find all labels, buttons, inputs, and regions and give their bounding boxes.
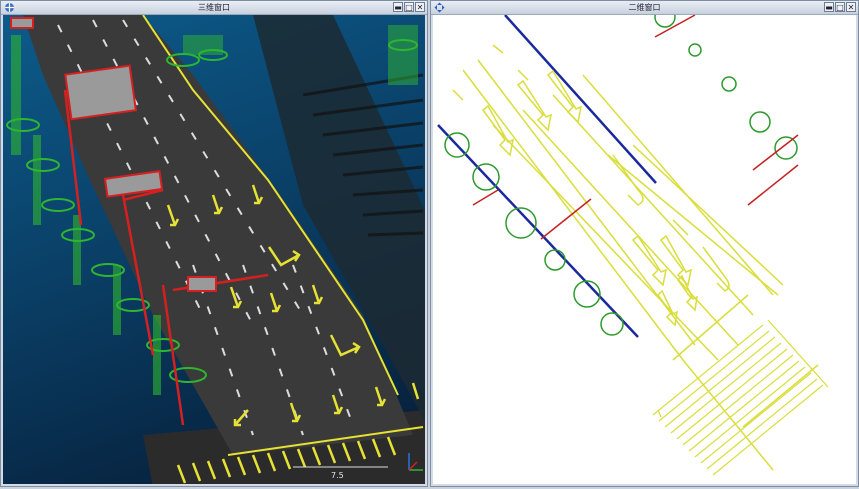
3d-point-cloud-view[interactable]: 7.5 bbox=[3, 15, 425, 484]
lane-lines bbox=[452, 44, 819, 471]
tree-circles bbox=[444, 15, 798, 336]
maximize-button[interactable]: □ bbox=[835, 2, 845, 12]
3d-window[interactable]: 三维窗口 ▬ □ ✕ 7.5 bbox=[0, 0, 428, 487]
2d-window[interactable]: 二维窗口 ▬ □ ✕ bbox=[430, 0, 859, 487]
pole-markers bbox=[472, 15, 799, 240]
point-cloud-canvas[interactable] bbox=[3, 15, 425, 484]
close-button[interactable]: ✕ bbox=[415, 2, 425, 12]
minimize-button[interactable]: ▬ bbox=[824, 2, 834, 12]
arrow-outlines bbox=[481, 69, 730, 327]
close-button[interactable]: ✕ bbox=[846, 2, 856, 12]
2d-vector-view[interactable] bbox=[433, 15, 856, 484]
2d-window-titlebar[interactable]: 二维窗口 ▬ □ ✕ bbox=[431, 1, 858, 15]
3d-window-titlebar[interactable]: 三维窗口 ▬ □ ✕ bbox=[1, 1, 427, 15]
road-boundary-lines bbox=[437, 15, 657, 338]
scale-label: 7.5 bbox=[331, 471, 344, 480]
2d-window-title: 二维窗口 bbox=[628, 3, 661, 12]
maximize-button[interactable]: □ bbox=[404, 2, 414, 12]
vector-map-canvas[interactable] bbox=[433, 15, 856, 484]
3d-window-title: 三维窗口 bbox=[198, 3, 230, 12]
minimize-button[interactable]: ▬ bbox=[393, 2, 403, 12]
crosswalk-hatching bbox=[652, 319, 829, 476]
